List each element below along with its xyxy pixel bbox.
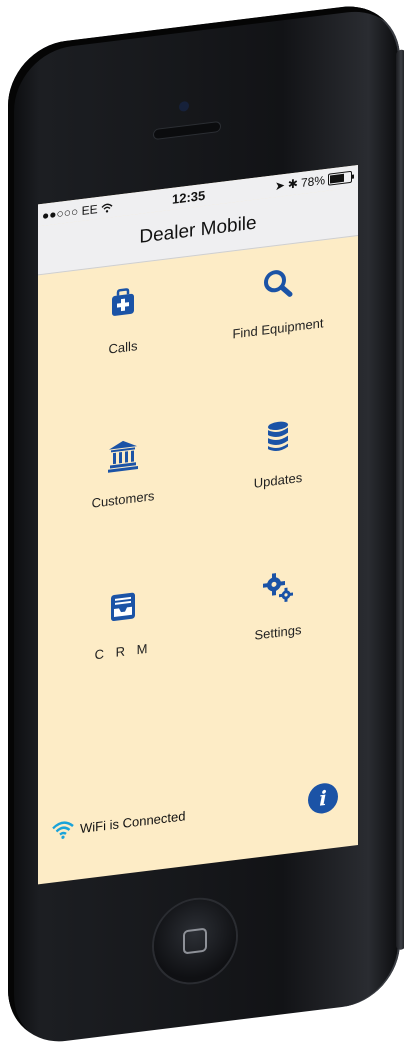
info-icon: i	[319, 785, 327, 811]
wifi-status: WiFi is Connected	[52, 806, 185, 840]
info-button[interactable]: i	[308, 781, 338, 816]
phone-side-edge	[396, 49, 404, 951]
bluetooth-icon: ✱	[287, 176, 298, 192]
footer-bar: WiFi is Connected i	[38, 779, 358, 858]
menu-item-label: Settings	[254, 621, 302, 643]
wifi-icon	[52, 821, 74, 839]
cogs-icon	[263, 573, 293, 603]
menu-item-calls[interactable]: Calls	[48, 277, 198, 405]
location-arrow-icon: ➤	[274, 178, 285, 194]
battery-fill	[330, 173, 345, 184]
menu-item-label: Find Equipment	[232, 315, 324, 342]
wifi-status-icon	[101, 203, 113, 213]
page-title: Dealer Mobile	[139, 212, 257, 248]
search-icon	[264, 270, 293, 297]
battery-percent: 78%	[300, 173, 325, 191]
wifi-status-text: WiFi is Connected	[80, 807, 186, 836]
home-square-icon	[183, 927, 207, 955]
menu-item-customers[interactable]: Customers	[48, 429, 198, 557]
medical-bag-icon	[112, 288, 134, 316]
app-screen: ●●○○○ EE 12:35 ➤ ✱ 78% Dealer Mobile Cal…	[38, 165, 358, 885]
menu-item-label: C R M	[94, 640, 152, 663]
menu-item-find-equipment[interactable]: Find Equipment	[203, 258, 353, 386]
menu-item-label: Calls	[108, 338, 138, 357]
menu-item-crm[interactable]: C R M	[48, 581, 198, 709]
database-icon	[268, 421, 288, 451]
menu-item-label: Customers	[91, 488, 155, 511]
menu-item-label: Updates	[253, 469, 303, 491]
bank-icon	[108, 440, 138, 473]
inbox-tray-icon	[111, 592, 135, 622]
status-time: 12:35	[172, 187, 206, 207]
battery-icon	[328, 170, 352, 186]
menu-item-updates[interactable]: Updates	[203, 410, 353, 538]
menu-item-settings[interactable]: Settings	[203, 562, 353, 690]
phone-device: ●●○○○ EE 12:35 ➤ ✱ 78% Dealer Mobile Cal…	[8, 0, 404, 1049]
